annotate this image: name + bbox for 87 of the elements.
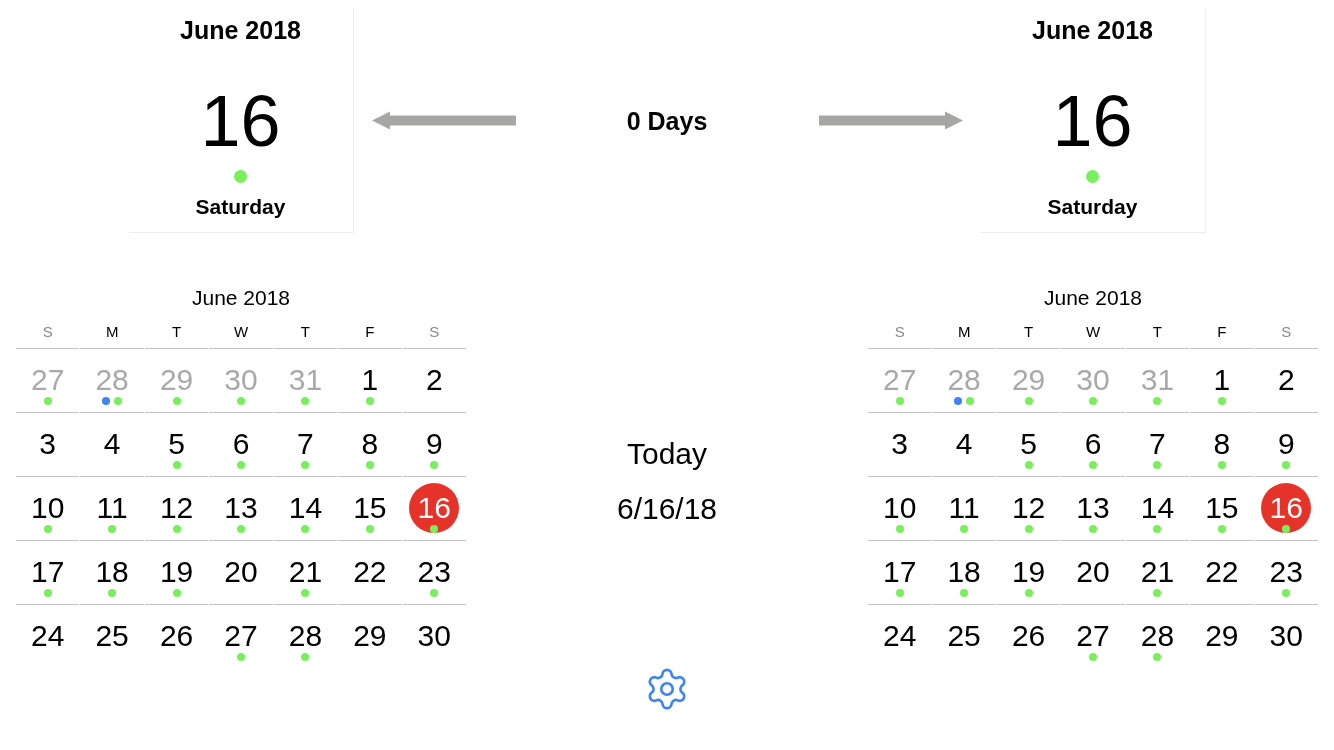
calendar-day[interactable]: 4 <box>103 427 121 461</box>
weekday-label: W <box>1085 324 1101 340</box>
calendar-day[interactable]: 11 <box>948 491 980 525</box>
calendar-day[interactable]: 1 <box>361 363 379 397</box>
calendar-day[interactable]: 19 <box>1011 555 1046 589</box>
calendar-day[interactable]: 14 <box>288 491 323 525</box>
selected-day[interactable]: 16 <box>1261 483 1312 533</box>
calendar-day[interactable]: 8 <box>1213 427 1231 461</box>
calendar-day[interactable]: 11 <box>96 491 128 525</box>
calendar-day[interactable]: 28 <box>288 619 323 653</box>
today-label: Today <box>626 435 708 472</box>
calendar-day[interactable]: 17 <box>31 555 65 589</box>
calendar-day[interactable]: 23 <box>417 555 451 589</box>
weekday-label: T <box>171 324 182 340</box>
today-date: 6/16/18 <box>616 490 718 527</box>
calendar-day[interactable]: 23 <box>1269 555 1303 589</box>
day-difference: 0 Days <box>626 105 708 136</box>
weekday-label: M <box>957 324 971 340</box>
calendar-day[interactable]: 20 <box>224 555 258 589</box>
weekday-label: S <box>429 324 440 340</box>
calendar-day[interactable]: 10 <box>883 491 917 525</box>
calendar-day[interactable]: 27 <box>224 619 258 653</box>
calendar-day[interactable]: 24 <box>883 619 917 653</box>
calendar-day[interactable]: 5 <box>1020 427 1037 461</box>
weekday-label: F <box>365 324 375 340</box>
calendar-title: June 2018 <box>191 285 291 311</box>
calendar-day[interactable]: 12 <box>1011 491 1046 525</box>
calendar-day[interactable]: 14 <box>1140 491 1175 525</box>
calendar-title: June 2018 <box>1043 285 1143 311</box>
calendar-day[interactable]: 12 <box>159 491 194 525</box>
calendar-day[interactable]: 2 <box>425 363 443 397</box>
weekday-label: F <box>1217 324 1227 340</box>
weekday-label: S <box>1281 324 1292 340</box>
calendar-day[interactable]: 9 <box>425 427 443 461</box>
calendar-day[interactable]: 25 <box>947 619 981 653</box>
calendar-day[interactable]: 10 <box>31 491 65 525</box>
selected-day[interactable]: 16 <box>409 483 460 533</box>
calendar-day[interactable]: 3 <box>891 427 909 461</box>
calendar-day[interactable]: 22 <box>353 555 387 589</box>
card-weekday: Saturday <box>195 194 286 219</box>
calendar-day[interactable]: 4 <box>955 427 973 461</box>
calendar-day[interactable]: 18 <box>95 555 129 589</box>
calendar-day[interactable]: 21 <box>288 555 323 589</box>
calendar-day[interactable]: 15 <box>353 491 387 525</box>
calendar-day[interactable]: 22 <box>1205 555 1239 589</box>
right-arrow-icon <box>818 111 963 130</box>
weekday-label: S <box>42 324 53 340</box>
calendar-day[interactable]: 27 <box>1076 619 1110 653</box>
calendar-day[interactable]: 5 <box>168 427 185 461</box>
left-arrow-icon <box>371 111 516 130</box>
calendar-day[interactable]: 29 <box>1205 619 1239 653</box>
card-month: June 2018 <box>1032 15 1153 45</box>
calendar-day[interactable]: 26 <box>159 619 194 653</box>
calendar-day[interactable]: 8 <box>361 427 379 461</box>
weekday-label: W <box>233 324 249 340</box>
calendar-day[interactable]: 6 <box>1084 427 1102 461</box>
calendar-day[interactable]: 20 <box>1076 555 1110 589</box>
weekday-label: M <box>105 324 119 340</box>
calendar-day[interactable]: 29 <box>353 619 387 653</box>
card-weekday: Saturday <box>1047 194 1138 219</box>
card-month: June 2018 <box>180 15 301 45</box>
weekday-label: S <box>894 324 905 340</box>
card-day-number: 16 <box>200 85 281 157</box>
card-day-number: 16 <box>1052 85 1133 157</box>
calendar-day[interactable]: 28 <box>1140 619 1175 653</box>
weekday-label: T <box>300 324 310 340</box>
calendar-day[interactable]: 17 <box>883 555 917 589</box>
calendar-day[interactable]: 25 <box>95 619 129 653</box>
calendar-day[interactable]: 13 <box>1076 491 1110 525</box>
calendar-day[interactable]: 19 <box>159 555 194 589</box>
calendar-day[interactable]: 26 <box>1011 619 1046 653</box>
weekday-label: T <box>1152 324 1162 340</box>
calendar-day[interactable]: 15 <box>1205 491 1239 525</box>
calendar-day[interactable]: 13 <box>224 491 258 525</box>
calendar-day[interactable]: 9 <box>1277 427 1295 461</box>
calendar-day[interactable]: 2 <box>1277 363 1295 397</box>
calendar-day[interactable]: 30 <box>417 619 451 653</box>
calendar-day[interactable]: 6 <box>232 427 250 461</box>
calendar-day[interactable]: 21 <box>1140 555 1175 589</box>
calendar-day[interactable]: 18 <box>947 555 981 589</box>
calendar-day[interactable]: 3 <box>39 427 57 461</box>
calendar-day[interactable]: 24 <box>31 619 65 653</box>
calendar-day[interactable]: 7 <box>297 427 314 461</box>
calendar-day[interactable]: 30 <box>1269 619 1303 653</box>
calendar-day[interactable]: 1 <box>1213 363 1231 397</box>
weekday-label: T <box>1023 324 1034 340</box>
calendar-day[interactable]: 7 <box>1149 427 1166 461</box>
